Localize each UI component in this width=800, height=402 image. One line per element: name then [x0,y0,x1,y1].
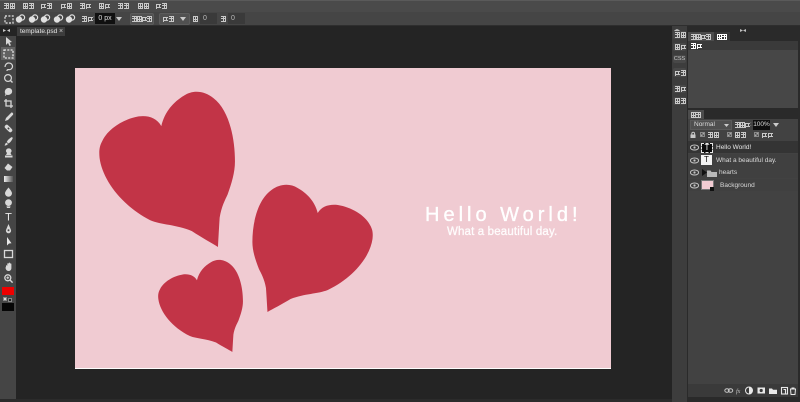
svg-text:T: T [5,211,12,222]
svg-text:fx: fx [736,388,741,395]
